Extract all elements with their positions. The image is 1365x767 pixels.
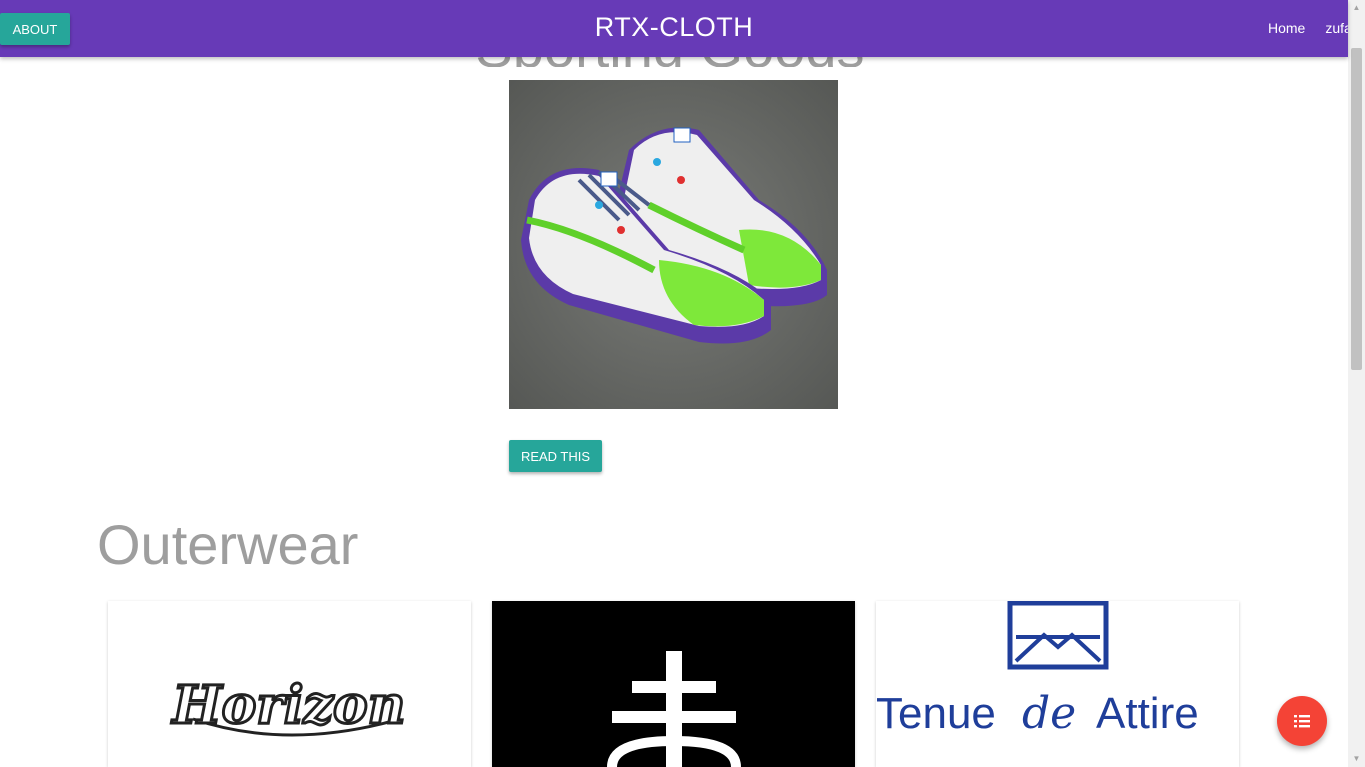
navbar: ABOUT RTX-CLOTH Homezufar <box>0 0 1348 57</box>
tenue-logo: Tenue de Attire <box>876 601 1199 739</box>
scrollbar-thumb[interactable] <box>1351 48 1362 370</box>
hero-heading-clip: Sporting Goods <box>440 57 900 67</box>
scroll-up-arrow-icon[interactable]: ▲ <box>1351 2 1362 14</box>
tenue-logo-text-3: Attire <box>1096 689 1199 738</box>
hero-heading: Sporting Goods <box>440 57 900 67</box>
brand-card-tenue[interactable]: Tenue de Attire <box>876 601 1239 767</box>
floating-action-button[interactable] <box>1277 696 1327 746</box>
brand-card-cross[interactable] <box>492 601 855 767</box>
section-title-outerwear: Outerwear <box>97 513 359 576</box>
cross-logo <box>492 601 855 767</box>
read-this-button[interactable]: READ THIS <box>509 440 602 472</box>
brand-logo[interactable]: RTX-CLOTH <box>0 12 1348 43</box>
horizon-logo-text: Horizon <box>171 675 406 736</box>
tenue-logo-text-2: de <box>1022 688 1076 739</box>
brand-card-horizon[interactable]: Horizon <box>108 601 471 767</box>
horizon-logo: Horizon <box>169 674 407 738</box>
list-icon <box>1294 715 1310 728</box>
nav-home-link[interactable]: Home <box>1258 20 1315 36</box>
sneaker-image <box>509 80 838 409</box>
nav-links: Homezufar <box>1258 20 1348 36</box>
scroll-down-arrow-icon[interactable]: ▼ <box>1351 753 1362 765</box>
nav-user-link[interactable]: zufar <box>1315 20 1348 36</box>
tenue-logo-text-1: Tenue <box>876 689 996 738</box>
